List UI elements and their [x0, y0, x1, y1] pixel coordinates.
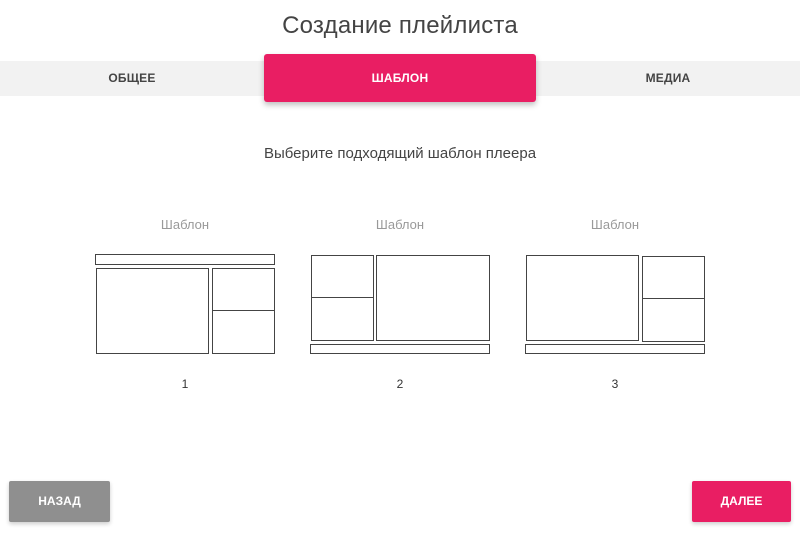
template-1-number: 1 [181, 377, 189, 391]
page-title: Создание плейлиста [282, 12, 518, 39]
template-2-side-bottom [311, 297, 374, 341]
template-2-bottom-bar [310, 344, 490, 354]
template-2-main-area [376, 255, 490, 341]
template-3-option[interactable] [525, 255, 706, 355]
template-3-bottom-bar [525, 344, 705, 354]
template-1-side-top [212, 268, 275, 312]
template-2-option[interactable] [310, 255, 491, 355]
wizard-tabs: ОБЩЕЕ ШАБЛОН МЕДИА [0, 54, 800, 102]
template-3-main-area [526, 255, 639, 341]
template-3-number: 3 [611, 377, 619, 391]
tab-media[interactable]: МЕДИА [536, 61, 800, 96]
back-button[interactable]: НАЗАД [9, 481, 110, 522]
template-3-side-top [642, 256, 705, 300]
template-1-side-bottom [212, 310, 275, 354]
tab-template[interactable]: ШАБЛОН [264, 54, 536, 102]
next-button[interactable]: ДАЛЕЕ [692, 481, 791, 522]
template-2-side-top [311, 255, 374, 299]
template-2-number: 2 [396, 377, 404, 391]
tab-general[interactable]: ОБЩЕЕ [0, 61, 264, 96]
section-subtitle: Выберите подходящий шаблон плеера [263, 145, 537, 162]
template-3-label: Шаблон [590, 217, 640, 232]
template-1-option[interactable] [95, 254, 276, 355]
template-1-main-area [96, 268, 209, 354]
template-1-top-bar [95, 254, 275, 265]
template-2-label: Шаблон [375, 217, 425, 232]
template-1-label: Шаблон [160, 217, 210, 232]
template-3-side-bottom [642, 298, 705, 342]
